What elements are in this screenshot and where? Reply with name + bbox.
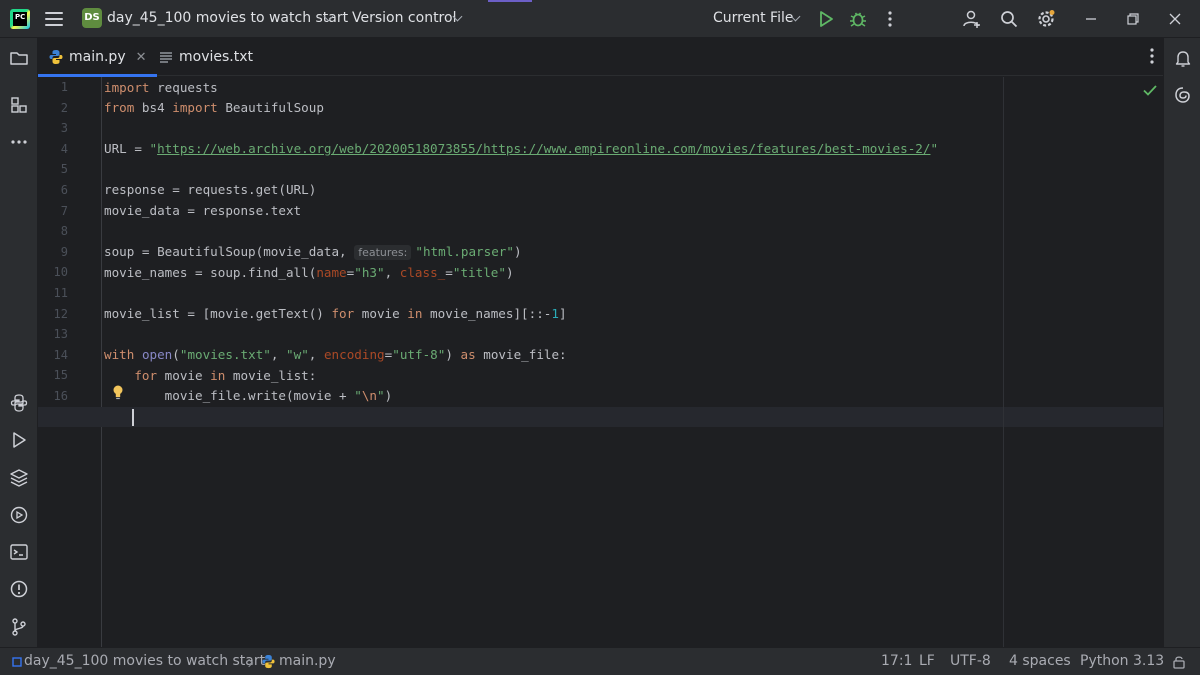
text-caret	[132, 409, 134, 426]
code-line-16: movie_file.write(movie + "\n")	[104, 388, 393, 403]
terminal-icon[interactable]	[9, 542, 29, 562]
services-icon[interactable]	[9, 505, 29, 525]
debug-icon[interactable]	[848, 9, 868, 29]
line-number: 5	[60, 162, 68, 176]
url-link[interactable]: https://web.archive.org/web/202005180738…	[157, 141, 930, 156]
more-tools-icon[interactable]	[9, 132, 29, 152]
right-tool-strip	[1163, 38, 1200, 647]
line-number: 11	[53, 286, 68, 300]
python-file-icon	[49, 50, 63, 64]
right-margin-guide	[1003, 77, 1004, 647]
app-logo-text: PC	[15, 13, 26, 21]
caret-position[interactable]: 17:1	[881, 653, 912, 669]
problems-icon[interactable]	[9, 579, 29, 599]
line-number: 15	[53, 368, 68, 382]
structure-icon[interactable]	[9, 95, 29, 115]
tab-main-py[interactable]: main.py ✕	[38, 38, 157, 77]
main-menu-icon[interactable]	[44, 10, 64, 28]
layers-icon[interactable]	[9, 468, 29, 488]
inlay-hint: features:	[354, 245, 412, 260]
code-line-15: for movie in movie_list:	[134, 368, 317, 383]
line-separator[interactable]: LF	[919, 653, 935, 669]
tab-label: movies.txt	[179, 49, 253, 65]
project-folder-icon[interactable]	[9, 48, 29, 68]
version-control-menu[interactable]: Version control	[352, 10, 456, 26]
breadcrumb-project[interactable]: day_45_100 movies to watch start	[24, 653, 265, 669]
line-number: 3	[60, 121, 68, 135]
notifications-icon[interactable]	[1173, 48, 1193, 68]
code-line-7: movie_data = response.text	[104, 203, 302, 218]
project-badge[interactable]: DS	[82, 8, 102, 28]
pycharm-logo-icon[interactable]: PC	[10, 9, 30, 29]
module-icon	[12, 657, 22, 667]
breadcrumb-file[interactable]: main.py	[279, 653, 336, 669]
project-name[interactable]: day_45_100 movies to watch start	[107, 10, 348, 26]
file-encoding[interactable]: UTF-8	[950, 653, 991, 669]
close-tab-icon[interactable]: ✕	[136, 50, 147, 65]
close-window-icon[interactable]	[1166, 10, 1184, 28]
code-line-9: soup = BeautifulSoup(movie_data, feature…	[104, 244, 522, 260]
current-line-highlight	[38, 407, 1163, 427]
line-number: 7	[60, 204, 68, 218]
left-tool-strip	[0, 38, 38, 647]
code-line-2: from bs4 import BeautifulSoup	[104, 100, 324, 115]
line-number: 14	[53, 348, 68, 362]
code-line-1: import requests	[104, 80, 218, 95]
line-number: 16	[53, 389, 68, 403]
breadcrumb-separator-icon	[244, 654, 254, 670]
code-line-14: with open("movies.txt", "w", encoding="u…	[104, 347, 567, 362]
no-problems-check-icon[interactable]	[1142, 82, 1158, 98]
indent-setting[interactable]: 4 spaces	[1009, 653, 1071, 669]
line-number: 9	[60, 245, 68, 259]
line-number: 6	[60, 183, 68, 197]
code-line-4: URL = "https://web.archive.org/web/20200…	[104, 141, 939, 156]
more-tabs-icon[interactable]	[1142, 46, 1162, 66]
title-bar: PC DS day_45_100 movies to watch start V…	[0, 0, 1200, 38]
run-tool-icon[interactable]	[9, 430, 29, 450]
add-user-icon[interactable]	[962, 9, 982, 29]
restore-icon[interactable]	[1124, 10, 1142, 28]
ai-assistant-icon[interactable]	[1173, 85, 1193, 105]
code-line-6: response = requests.get(URL)	[104, 182, 317, 197]
line-number: 10	[53, 265, 68, 279]
code-line-10: movie_names = soup.find_all(name="h3", c…	[104, 265, 514, 280]
status-bar: day_45_100 movies to watch start main.py…	[0, 647, 1200, 675]
progress-indicator	[488, 0, 532, 2]
run-configuration-selector[interactable]: Current File	[713, 10, 793, 26]
lock-icon[interactable]	[1171, 654, 1187, 670]
python-packages-icon[interactable]	[9, 393, 29, 413]
minimize-icon[interactable]	[1082, 10, 1100, 28]
line-number-gutter: 1 2 3 4 5 6 7 8 9 10 11 12 13 14 15 16 1…	[38, 77, 102, 647]
tab-label: main.py	[69, 49, 126, 65]
line-number: 13	[53, 327, 68, 341]
line-number: 8	[60, 224, 68, 238]
line-number: 2	[60, 101, 68, 115]
code-line-12: movie_list = [movie.getText() for movie …	[104, 306, 567, 321]
code-editor[interactable]: import requests from bs4 import Beautifu…	[38, 77, 1163, 647]
settings-gear-icon[interactable]	[1036, 9, 1056, 29]
python-file-icon	[262, 654, 275, 669]
text-file-icon	[160, 52, 172, 63]
tab-movies-txt[interactable]: movies.txt	[159, 38, 253, 76]
search-icon[interactable]	[999, 9, 1019, 29]
run-icon[interactable]	[816, 9, 836, 29]
python-interpreter[interactable]: Python 3.13	[1080, 653, 1164, 669]
editor-tab-bar: main.py ✕ movies.txt	[38, 38, 1163, 77]
git-branch-icon[interactable]	[9, 617, 29, 637]
line-number: 1	[60, 80, 68, 94]
line-number: 4	[60, 142, 68, 156]
more-actions-icon[interactable]	[880, 9, 900, 29]
line-number: 12	[53, 307, 68, 321]
